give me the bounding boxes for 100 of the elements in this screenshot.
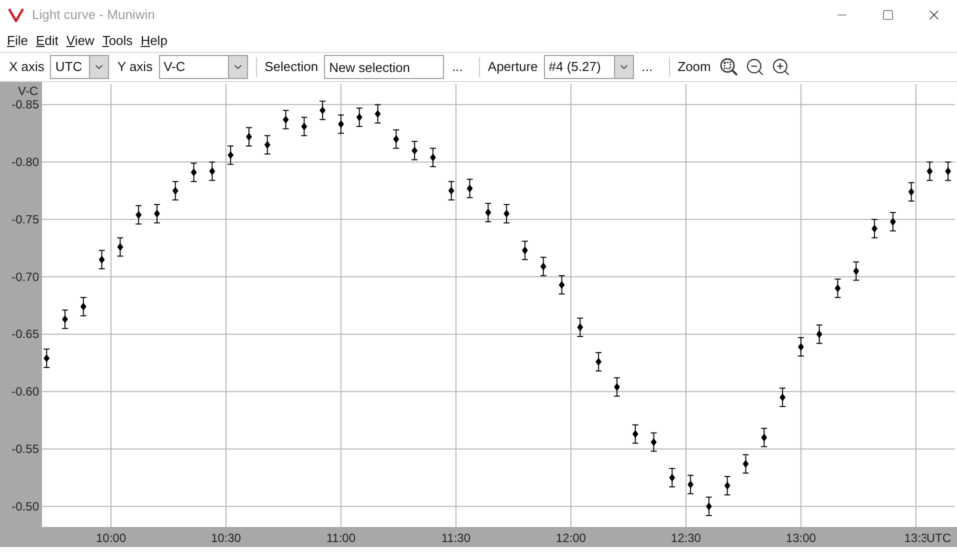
point [264, 140, 270, 149]
toolbar-label: X axis [9, 58, 44, 76]
point [136, 210, 142, 219]
y-axis-dropdown[interactable]: V-C [158, 55, 248, 79]
point [926, 167, 933, 176]
data-point [448, 181, 455, 200]
y-tick-label: -0.75 [12, 212, 39, 226]
point [80, 302, 86, 311]
point [246, 132, 252, 141]
point [485, 208, 492, 217]
data-point [908, 182, 915, 202]
zoom-in-icon[interactable] [770, 57, 791, 77]
x-tick-label: 10:00 [96, 531, 126, 545]
point [650, 438, 657, 446]
point [412, 146, 418, 155]
maximize-icon[interactable] [882, 9, 894, 21]
point [172, 186, 178, 195]
x-axis-label: UTC [926, 531, 951, 545]
more-button[interactable]: ... [634, 57, 661, 77]
y-tick-label: -0.85 [12, 98, 39, 112]
point [504, 210, 510, 218]
data-point [264, 135, 271, 154]
menu-item[interactable]: Edit [32, 30, 62, 52]
point [154, 210, 160, 218]
data-point [411, 140, 418, 160]
data-point [135, 205, 142, 225]
data-point [98, 250, 106, 270]
point [724, 482, 730, 490]
menu-item[interactable]: Help [136, 30, 172, 52]
data-point [245, 127, 252, 146]
data-point [797, 337, 804, 356]
toolbar-label: Zoom [678, 58, 711, 76]
data-point [466, 178, 474, 198]
data-point [613, 377, 620, 397]
aperture-dropdown[interactable]: #4 (5.27) [544, 55, 634, 79]
y-tick-label: -0.70 [12, 270, 39, 284]
data-point [337, 114, 344, 134]
data-point [540, 256, 547, 276]
data-point [43, 348, 50, 368]
data-point [871, 218, 878, 238]
data-point [558, 275, 566, 295]
point [577, 323, 584, 332]
point [834, 284, 841, 292]
point [540, 262, 546, 270]
y-tick-label: -0.60 [12, 384, 39, 399]
point [669, 474, 676, 482]
data-point [742, 454, 750, 474]
data-point [595, 352, 602, 372]
point [522, 246, 528, 254]
point [798, 342, 804, 351]
point [558, 280, 565, 289]
x-tick-label: 11:00 [326, 531, 356, 545]
data-point [282, 110, 290, 130]
data-point [852, 261, 860, 281]
point [44, 354, 50, 362]
zoom-fit-icon[interactable] [718, 57, 739, 77]
data-point [816, 324, 823, 344]
point [742, 460, 749, 468]
data-point [429, 148, 436, 168]
app-logo-icon [8, 8, 24, 22]
more-button[interactable]: ... [444, 57, 471, 77]
point [448, 186, 454, 195]
y-tick-label: -0.50 [12, 499, 39, 514]
data-point [392, 129, 400, 149]
data-point [889, 212, 896, 232]
data-point [356, 108, 363, 127]
point [853, 267, 860, 276]
point [596, 358, 602, 366]
data-point [760, 428, 768, 448]
data-point [650, 432, 658, 452]
point [816, 330, 822, 338]
data-point [668, 468, 676, 488]
x-tick-label: 13:00 [786, 531, 816, 545]
data-point [208, 162, 216, 181]
selection-field[interactable]: New selection [324, 55, 444, 79]
x-axis-dropdown[interactable]: UTC [50, 55, 110, 79]
data-point [779, 388, 786, 407]
data-point [926, 162, 934, 181]
point [209, 167, 216, 176]
data-point [319, 100, 326, 120]
point [190, 168, 197, 176]
data-point [724, 476, 731, 496]
point [282, 116, 289, 124]
data-point [521, 240, 528, 260]
point [706, 502, 712, 510]
point [393, 135, 400, 144]
data-point [116, 237, 124, 257]
menu-item[interactable]: Tools [98, 30, 137, 52]
window-title: Light curve - Muniwin [32, 6, 155, 24]
data-point [374, 104, 382, 124]
zoom-out-icon[interactable] [744, 57, 765, 77]
menu-item[interactable]: View [62, 30, 98, 52]
data-point [190, 162, 198, 182]
data-point [153, 204, 160, 224]
point [908, 188, 914, 196]
data-point [687, 474, 694, 494]
data-point [834, 278, 842, 298]
point [117, 242, 124, 251]
menu-item[interactable]: File [3, 30, 32, 52]
point [872, 224, 878, 233]
